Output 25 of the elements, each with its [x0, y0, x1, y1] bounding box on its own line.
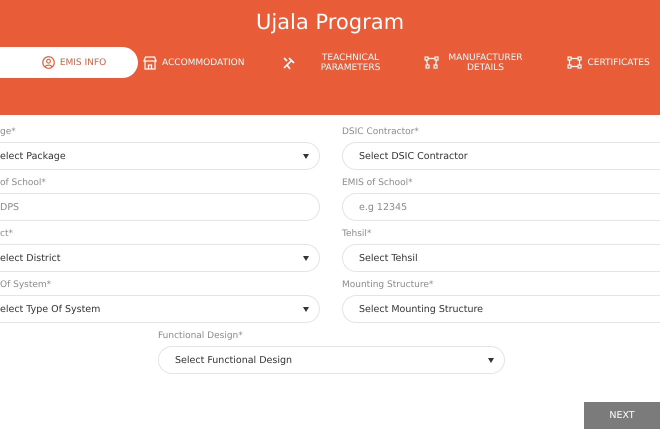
- page-title: Ujala Program: [254, 10, 406, 34]
- store-icon: [143, 56, 157, 70]
- user-icon: [42, 56, 55, 69]
- select-field[interactable]: Select Tehsil: [342, 244, 660, 272]
- input-field[interactable]: DPS: [0, 193, 320, 221]
- select-field[interactable]: Select Mounting Structure: [342, 295, 660, 323]
- nodes-icon: [424, 56, 440, 69]
- field-label: Of System*: [0, 279, 52, 292]
- select-field[interactable]: Select DSIC Contractor: [342, 142, 660, 170]
- field-label: ge*: [0, 126, 17, 139]
- field-label: Functional Design*: [158, 330, 244, 343]
- nodes-icon: [567, 56, 582, 69]
- next-button[interactable]: NEXT: [584, 402, 660, 429]
- select-field[interactable]: elect Type Of System: [0, 295, 320, 323]
- input-field[interactable]: e.g 12345: [342, 193, 660, 221]
- field-label: Tehsil*: [342, 228, 372, 241]
- select-field[interactable]: elect Package: [0, 142, 320, 170]
- tools-icon: [282, 56, 296, 70]
- select-field[interactable]: Select Functional Design: [158, 346, 505, 374]
- select-field[interactable]: elect District: [0, 244, 320, 272]
- field-label: ct*: [0, 228, 14, 241]
- field-label: DSIC Contractor*: [342, 126, 420, 139]
- field-label: of School*: [0, 177, 47, 190]
- field-label: EMIS of School*: [342, 177, 414, 190]
- field-label: Mounting Structure*: [342, 279, 434, 292]
